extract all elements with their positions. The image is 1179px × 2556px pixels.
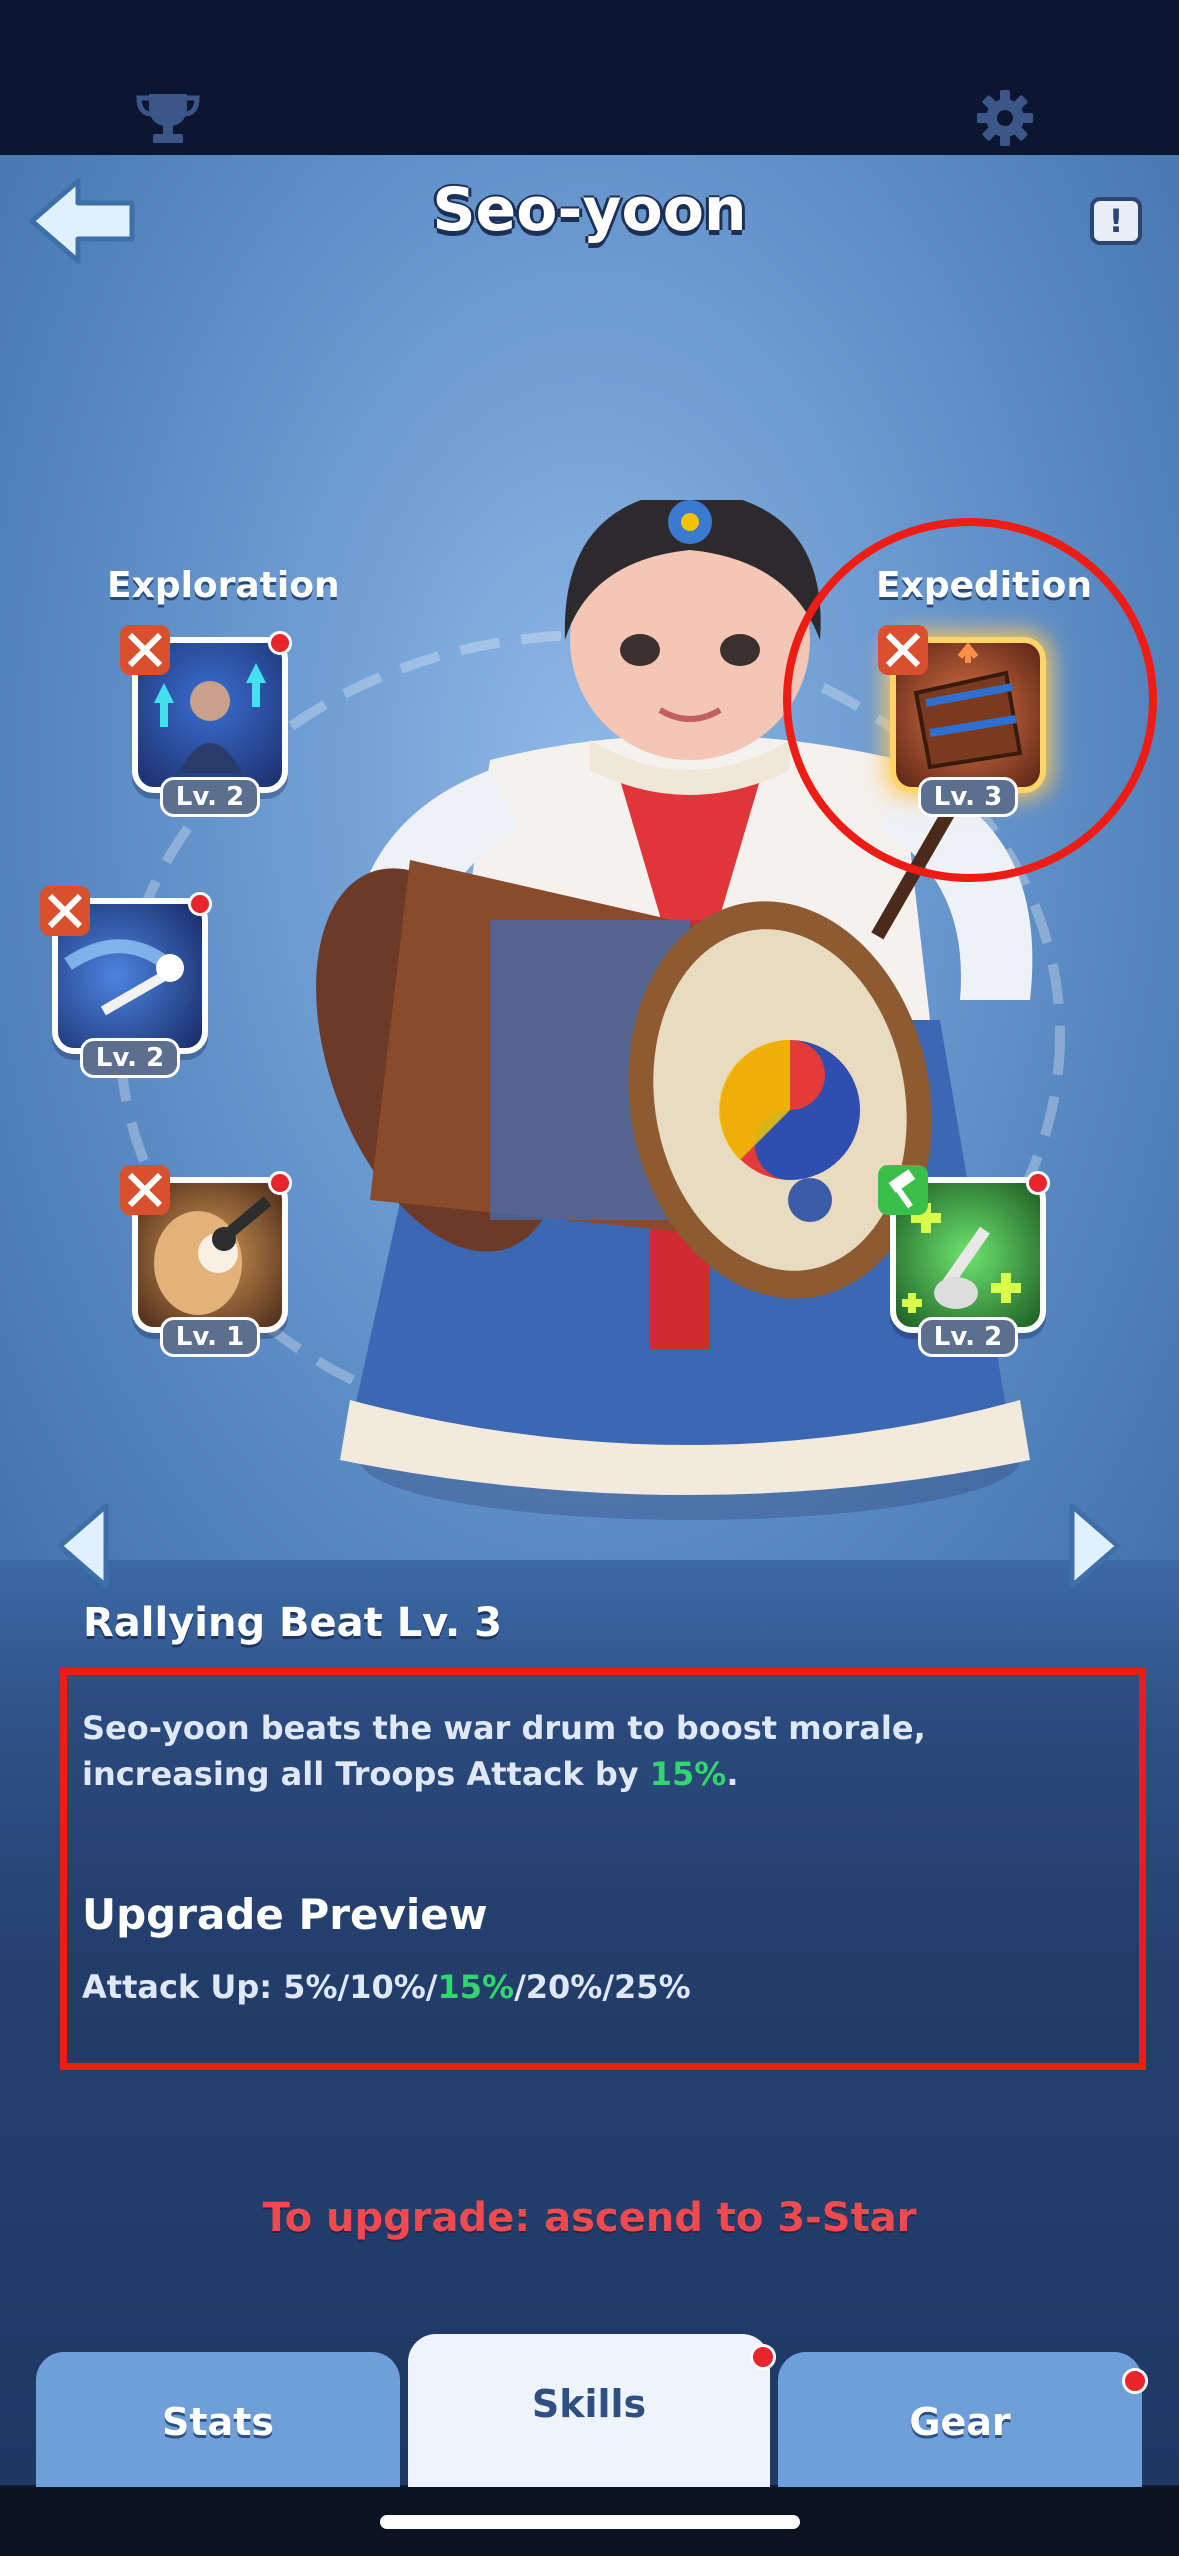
tab-skills[interactable]: Skills [408, 2334, 776, 2494]
skill-exploration-3[interactable]: Lv. 1 [120, 1165, 292, 1357]
bottom-tabs: Stats Skills Gear [0, 2330, 1179, 2502]
description-end: . [726, 1755, 739, 1793]
crossed-swords-icon [40, 886, 90, 936]
skill-level-badge: Lv. 2 [918, 1317, 1018, 1357]
upgrade-preview-values: Attack Up: 5%/10%/15%/20%/25% [82, 1968, 691, 2006]
skill-level-badge: Lv. 2 [80, 1038, 180, 1078]
description-text: Seo-yoon beats the war drum to boost mor… [82, 1709, 926, 1793]
tab-stats[interactable]: Stats [36, 2352, 400, 2502]
crossed-swords-icon [120, 625, 170, 675]
notification-dot [1026, 1171, 1050, 1195]
tab-label: Skills [531, 2382, 647, 2426]
upgrade-values-prefix: Attack Up: 5%/10%/ [82, 1968, 438, 2006]
gear-icon[interactable] [975, 88, 1035, 148]
notification-dot [1122, 2368, 1148, 2394]
info-button[interactable]: ! [1090, 197, 1142, 245]
skill-exploration-2[interactable]: Lv. 2 [40, 886, 212, 1078]
upgrade-current-value: 15% [437, 1968, 515, 2006]
selection-highlight-circle [783, 518, 1157, 882]
tab-gear[interactable]: Gear [778, 2352, 1148, 2502]
skill-expedition-2[interactable]: Lv. 2 [878, 1165, 1050, 1357]
tab-label: Gear [909, 2400, 1011, 2444]
skill-exploration-1[interactable]: Lv. 2 [120, 625, 292, 817]
skill-description: Seo-yoon beats the war drum to boost mor… [82, 1705, 1102, 1797]
notification-dot [188, 892, 212, 916]
upgrade-values-suffix: /20%/25% [514, 1968, 691, 2006]
upgrade-preview-title: Upgrade Preview [82, 1890, 488, 1939]
notification-dot [750, 2344, 776, 2370]
selected-skill-title: Rallying Beat Lv. 3 [83, 1600, 502, 1646]
skill-level-badge: Lv. 1 [160, 1317, 260, 1357]
hero-name: Seo-yoon [432, 175, 747, 245]
notification-dot [268, 631, 292, 655]
tab-label: Stats [162, 2400, 274, 2444]
crossed-swords-icon [120, 1165, 170, 1215]
description-highlight: 15% [649, 1755, 727, 1793]
exploration-label: Exploration [107, 565, 340, 606]
home-indicator[interactable] [380, 2515, 800, 2529]
upgrade-requirement: To upgrade: ascend to 3-Star [262, 2195, 917, 2241]
top-bar [0, 0, 1179, 155]
hammer-icon [878, 1165, 928, 1215]
previous-hero-arrow[interactable] [52, 1500, 116, 1592]
skill-level-badge: Lv. 2 [160, 777, 260, 817]
next-hero-arrow[interactable] [1062, 1500, 1126, 1592]
trophy-icon[interactable] [135, 90, 201, 146]
notification-dot [268, 1171, 292, 1195]
